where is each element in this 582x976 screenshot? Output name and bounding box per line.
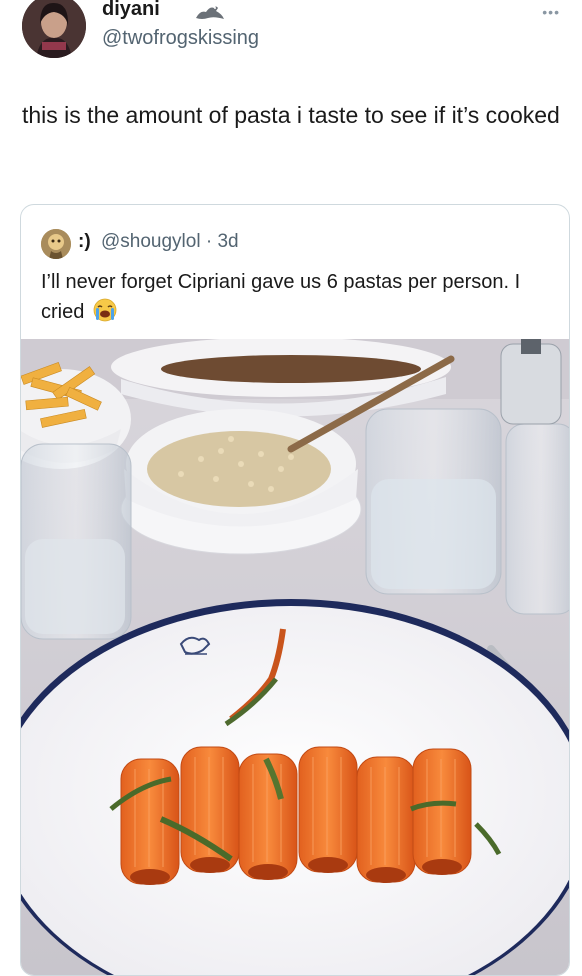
rigatoni-piece (180, 746, 240, 873)
tweet-header: diyani @twofrogskissing ••• (22, 0, 562, 60)
author-avatar[interactable] (22, 0, 86, 58)
quoted-author-avatar[interactable] (41, 229, 71, 259)
rigatoni-piece (412, 748, 472, 875)
seal-icon (194, 2, 226, 27)
rigatoni-piece (238, 753, 298, 880)
rigatoni-piece (356, 756, 416, 883)
quoted-display-name[interactable]: :) (78, 231, 91, 253)
more-icon[interactable]: ••• (542, 4, 560, 20)
rigatoni-pasta (120, 746, 472, 885)
rigatoni-piece (298, 746, 358, 873)
pasta-dinner-photo (21, 339, 569, 975)
author-handle[interactable]: @twofrogskissing (102, 27, 259, 50)
tweet-text: this is the amount of pasta i taste to s… (22, 102, 560, 128)
loudly-crying-face-icon (92, 298, 118, 331)
quoted-tweet-card[interactable]: :) @shougylol · 3d I’ll never forget Cip… (20, 204, 570, 976)
quoted-text-block: I’ll never forget Cipriani gave us 6 pas… (41, 267, 551, 331)
water-glass-left (21, 443, 132, 640)
water-glass-right (505, 423, 569, 615)
author-display-name[interactable]: diyani (102, 0, 160, 21)
quoted-handle-and-time[interactable]: @shougylol · 3d (101, 231, 239, 253)
salt-shaker (500, 339, 562, 425)
water-glass-center (365, 408, 502, 595)
